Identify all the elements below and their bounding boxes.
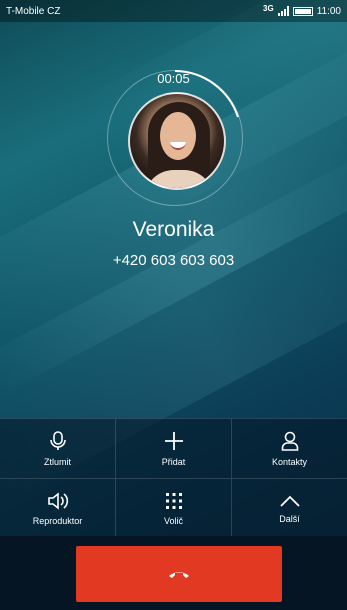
speaker-icon (47, 491, 68, 510)
status-bar: T-Mobile CZ 3G 11:00 (0, 0, 347, 22)
network-type: 3G (263, 3, 274, 13)
contact-avatar (128, 92, 226, 190)
end-call-button[interactable] (76, 546, 282, 602)
chevron-up-icon (279, 495, 300, 507)
microphone-icon (49, 430, 66, 450)
hang-up-icon (169, 572, 189, 578)
keypad-label: Volič (163, 515, 183, 526)
battery-icon (292, 6, 313, 16)
signal-icon (277, 6, 289, 16)
mute-label: Ztlumit (44, 456, 71, 467)
contacts-label: Kontakty (271, 456, 308, 467)
speaker-label: Reproduktor (32, 515, 83, 526)
add-call-button[interactable]: Přidat (116, 419, 232, 478)
contacts-button[interactable]: Kontakty (232, 419, 347, 478)
mute-button[interactable]: Ztlumit (0, 419, 116, 478)
dialpad-icon (165, 492, 182, 509)
carrier-name: T-Mobile CZ (6, 5, 61, 17)
clock: 11:00 (316, 5, 341, 17)
person-icon (281, 431, 298, 451)
more-label: Další (279, 513, 300, 524)
plus-icon (164, 431, 183, 450)
end-call-bar (0, 536, 347, 610)
contact-name: Veronika (132, 218, 215, 241)
add-call-label: Přidat (161, 456, 186, 467)
call-actions-grid: Ztlumit Přidat Kontakty Reproduktor Voli… (0, 418, 347, 538)
keypad-button[interactable]: Volič (116, 479, 232, 538)
speaker-button[interactable]: Reproduktor (0, 479, 116, 538)
phone-number: +420 603 603 603 (112, 252, 235, 269)
more-button[interactable]: Další (232, 479, 347, 538)
call-timer: 00:05 (157, 71, 190, 86)
